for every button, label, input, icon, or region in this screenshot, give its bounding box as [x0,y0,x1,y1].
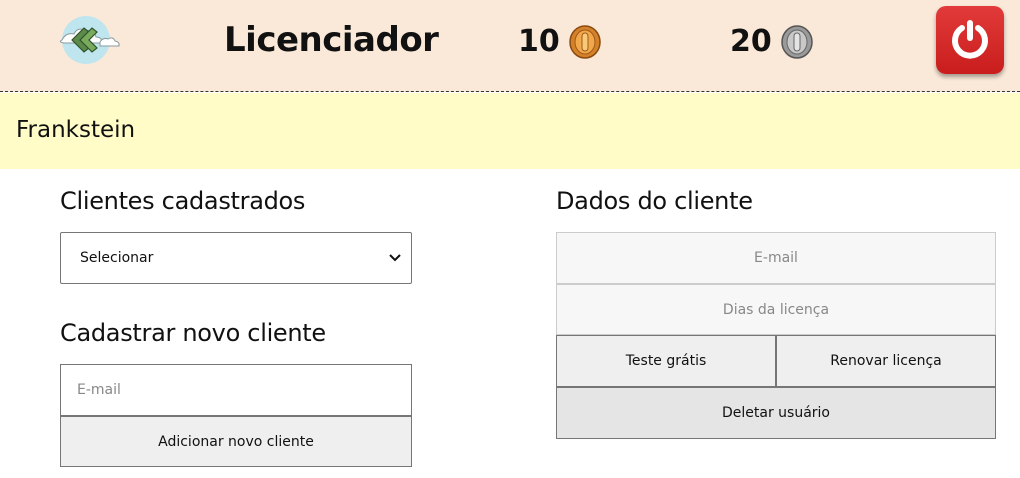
renew-license-button[interactable]: Renovar licença [776,335,996,387]
clients-heading: Clientes cadastrados [60,187,306,215]
license-days-input[interactable] [556,284,996,335]
back-button[interactable] [56,12,122,68]
back-arrow-cloud-icon [59,16,120,64]
chevron-down-icon [389,254,401,262]
user-name: Frankstein [16,117,136,143]
client-email-input[interactable] [556,232,996,284]
new-client-email-input[interactable] [60,364,412,416]
gold-coin-icon [569,24,601,59]
client-data-heading: Dados do cliente [556,187,753,215]
silver-counter: 20 [730,24,814,59]
silver-coin-icon [781,24,813,59]
free-trial-button[interactable]: Teste grátis [556,335,776,387]
add-client-button[interactable]: Adicionar novo cliente [60,416,412,467]
gold-counter: 10 [518,24,602,59]
new-client-heading: Cadastrar novo cliente [60,319,326,347]
user-banner: Frankstein [0,93,1020,169]
delete-user-button[interactable]: Deletar usuário [556,387,996,439]
top-bar: Licenciador 10 20 [0,0,1020,92]
gold-count: 10 [518,24,560,59]
power-button[interactable] [936,6,1004,74]
power-icon [952,20,988,59]
clients-select[interactable]: Selecionar [60,232,412,284]
clients-select-value: Selecionar [80,250,154,266]
app-title: Licenciador [224,20,439,60]
silver-count: 20 [730,24,772,59]
